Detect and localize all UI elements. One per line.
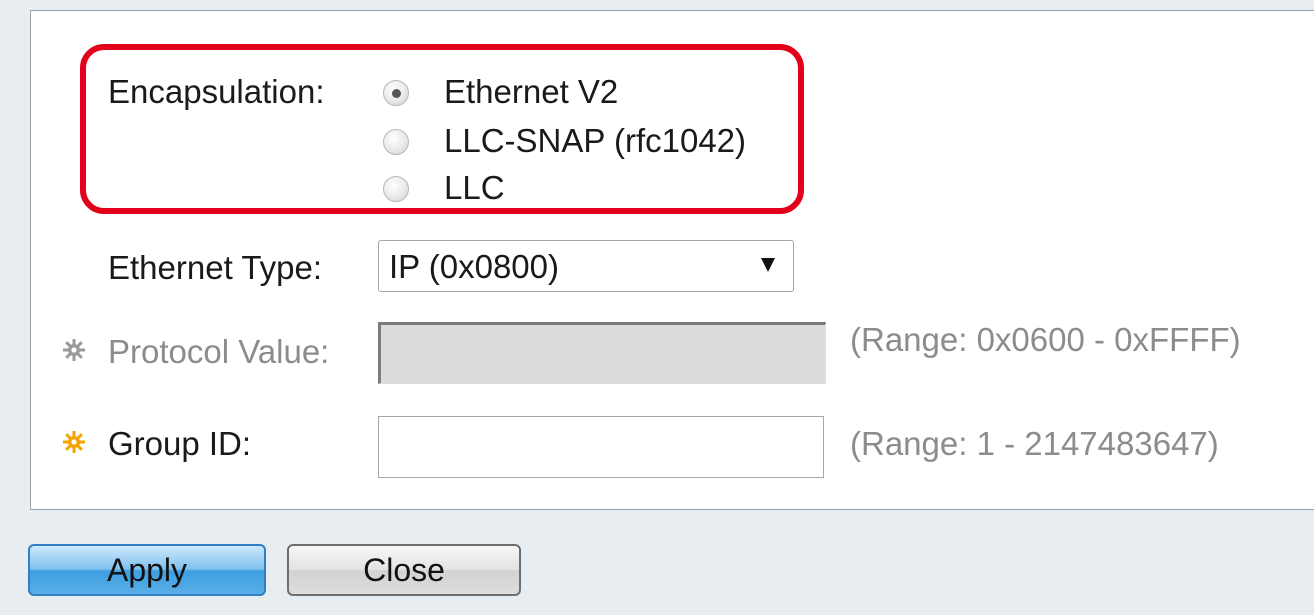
radio-llc-snap[interactable] bbox=[383, 129, 409, 155]
radio-llc[interactable] bbox=[383, 176, 409, 202]
ethernet-type-label: Ethernet Type: bbox=[108, 249, 323, 286]
protocol-value-input[interactable] bbox=[378, 322, 826, 384]
ethernet-type-select[interactable]: IP (0x0800) bbox=[378, 240, 794, 292]
chevron-down-icon bbox=[761, 258, 775, 272]
radio-ethernet-v2-label[interactable]: Ethernet V2 bbox=[444, 72, 618, 112]
group-id-range-hint: (Range: 1 - 2147483647) bbox=[850, 425, 1219, 462]
ethernet-type-selected-value: IP (0x0800) bbox=[389, 248, 559, 285]
radio-llc-label[interactable]: LLC bbox=[444, 168, 505, 208]
radio-llc-snap-label[interactable]: LLC-SNAP (rfc1042) bbox=[444, 121, 746, 161]
radio-ethernet-v2[interactable] bbox=[383, 80, 409, 106]
gear-icon bbox=[63, 431, 85, 453]
apply-button[interactable]: Apply bbox=[28, 544, 266, 596]
encapsulation-label: Encapsulation: bbox=[108, 73, 325, 110]
group-id-label: Group ID: bbox=[108, 425, 252, 462]
protocol-value-label: Protocol Value: bbox=[108, 333, 330, 370]
page-background-strip bbox=[0, 0, 1314, 10]
close-button[interactable]: Close bbox=[287, 544, 521, 596]
protocol-value-range-hint: (Range: 0x0600 - 0xFFFF) bbox=[850, 321, 1241, 358]
group-id-input[interactable] bbox=[378, 416, 824, 478]
gear-icon bbox=[63, 339, 85, 361]
